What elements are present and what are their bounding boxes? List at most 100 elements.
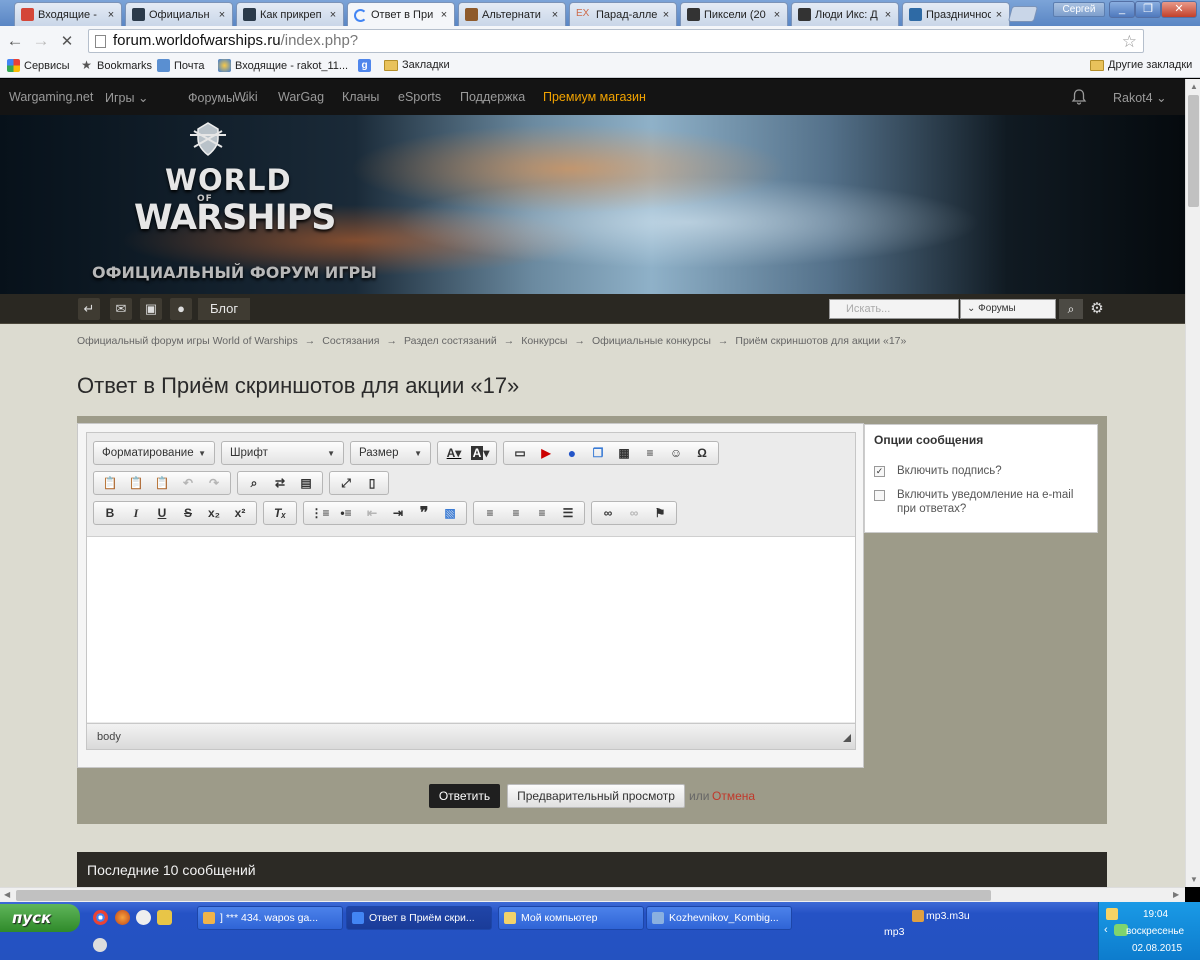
- stop-icon[interactable]: ✕: [56, 30, 78, 52]
- text-color-icon[interactable]: A▾: [441, 442, 467, 464]
- font-combo[interactable]: Шрифт ▼: [221, 441, 344, 465]
- back-icon[interactable]: ←: [4, 30, 26, 52]
- site-nav-item[interactable]: Кланы: [342, 90, 379, 104]
- site-nav-item[interactable]: Wiki: [234, 90, 258, 104]
- justify-icon[interactable]: ☰: [555, 502, 581, 524]
- bookmark-apps[interactable]: Сервисы: [7, 59, 70, 72]
- youtube-icon[interactable]: ▶: [533, 442, 559, 464]
- forum-search-input[interactable]: Искать...: [829, 299, 959, 319]
- taskbar-task[interactable]: Мой компьютер: [498, 906, 644, 930]
- taskbar-task[interactable]: Kozhevnikov_Kombig...: [646, 906, 792, 930]
- taskbar-task[interactable]: ] *** 434. wapos ga...: [197, 906, 343, 930]
- browser-tab[interactable]: Ответ в При ×: [347, 2, 455, 27]
- redo-icon[interactable]: ↷: [201, 472, 227, 494]
- start-button[interactable]: пуск: [0, 904, 80, 932]
- media-quicklaunch-icon[interactable]: [136, 910, 151, 925]
- scroll-down-icon[interactable]: ▼: [1190, 875, 1198, 884]
- signature-checkbox[interactable]: ✓: [874, 466, 885, 477]
- notification-icon[interactable]: [1106, 908, 1118, 920]
- close-window-button[interactable]: ✕: [1161, 1, 1197, 18]
- align-center-icon[interactable]: ≡: [503, 502, 529, 524]
- other-bookmarks[interactable]: Другие закладки: [1090, 59, 1192, 71]
- app-quicklaunch-icon[interactable]: [157, 910, 172, 925]
- maximize-icon[interactable]: ⤢: [333, 472, 359, 494]
- underline-icon[interactable]: U: [149, 502, 175, 524]
- select-all-icon[interactable]: ▤: [293, 472, 319, 494]
- vertical-scroll-thumb[interactable]: [1188, 95, 1199, 207]
- breadcrumb-link[interactable]: Официальный форум игры World of Warships: [77, 335, 298, 347]
- tab-close-icon[interactable]: ×: [327, 9, 339, 21]
- profile-icon[interactable]: ●: [170, 298, 192, 320]
- tab-close-icon[interactable]: ×: [438, 9, 450, 21]
- scroll-left-icon[interactable]: ◀: [4, 890, 10, 899]
- maximize-button[interactable]: ❐: [1135, 1, 1161, 18]
- align-right-icon[interactable]: ≡: [529, 502, 555, 524]
- reply-button[interactable]: Ответить: [429, 784, 500, 808]
- tab-close-icon[interactable]: ×: [882, 9, 894, 21]
- strike-icon[interactable]: S: [175, 502, 201, 524]
- bookmark-google[interactable]: g: [358, 59, 375, 72]
- undo-icon[interactable]: ↶: [175, 472, 201, 494]
- option-signature[interactable]: ✓ Включить подпись?: [874, 464, 1088, 478]
- bookmark-inbox[interactable]: Входящие - rakot_11...: [218, 59, 348, 72]
- user-menu[interactable]: Rakot4 ⌄: [1113, 90, 1167, 105]
- outdent-icon[interactable]: ⇤: [359, 502, 385, 524]
- preview-button[interactable]: Предварительный просмотр: [507, 784, 685, 808]
- attach-icon[interactable]: ❐: [585, 442, 611, 464]
- table-icon[interactable]: ▦: [611, 442, 637, 464]
- search-icon[interactable]: ⌕: [1059, 299, 1083, 319]
- blog-link[interactable]: Блог: [198, 298, 251, 320]
- bold-icon[interactable]: B: [97, 502, 123, 524]
- browser-tab[interactable]: EX Парад-алле ×: [569, 2, 677, 26]
- recent-posts-header[interactable]: Последние 10 сообщений: [77, 852, 1107, 887]
- bookmark-bookmarks[interactable]: ★ Bookmarks: [80, 59, 152, 72]
- tray-expand-icon[interactable]: ‹: [1104, 924, 1108, 936]
- cancel-link[interactable]: Отмена: [712, 789, 755, 803]
- site-nav-item[interactable]: eSports: [398, 90, 441, 104]
- paste-icon[interactable]: 📋: [97, 472, 123, 494]
- tray-file-label[interactable]: mp3.m3u: [926, 910, 970, 922]
- browser-tab[interactable]: Как прикреп ×: [236, 2, 344, 26]
- bookmark-mail[interactable]: Почта: [157, 59, 205, 72]
- reply-arrow-icon[interactable]: ↵: [78, 298, 100, 320]
- browser-tab[interactable]: Люди Икс: Д ×: [791, 2, 899, 26]
- site-nav-item[interactable]: Игры ⌄: [105, 90, 148, 105]
- option-email-notify[interactable]: Включить уведомление на e-mail при ответ…: [874, 488, 1088, 516]
- element-path[interactable]: body: [97, 731, 121, 743]
- special-char-icon[interactable]: Ω: [689, 442, 715, 464]
- tab-close-icon[interactable]: ×: [660, 9, 672, 21]
- scroll-right-icon[interactable]: ▶: [1173, 890, 1179, 899]
- horizontal-rule-icon[interactable]: ≡: [637, 442, 663, 464]
- site-nav-item[interactable]: Wargaming.net: [9, 90, 93, 104]
- anchor-flag-icon[interactable]: ⚑: [647, 502, 673, 524]
- clock-time[interactable]: 19:04: [1143, 909, 1168, 920]
- browser-tab[interactable]: Пиксели (20 ×: [680, 2, 788, 26]
- notifications-bell-icon[interactable]: [1070, 88, 1088, 106]
- image-icon[interactable]: ▭: [507, 442, 533, 464]
- breadcrumb-link[interactable]: Состязания: [322, 335, 379, 347]
- editor-text-area[interactable]: [87, 536, 855, 722]
- gear-icon[interactable]: ⚙: [1088, 299, 1106, 319]
- tab-close-icon[interactable]: ×: [771, 9, 783, 21]
- site-nav-item[interactable]: WarGag: [278, 90, 324, 104]
- source-icon[interactable]: ▯: [359, 472, 385, 494]
- breadcrumb-link[interactable]: Официальные конкурсы: [592, 335, 711, 347]
- site-nav-item[interactable]: Поддержка: [460, 90, 525, 104]
- tab-close-icon[interactable]: ×: [993, 9, 1005, 21]
- bulleted-list-icon[interactable]: •≡: [333, 502, 359, 524]
- tab-close-icon[interactable]: ×: [105, 9, 117, 21]
- numbered-list-icon[interactable]: ⋮≡: [307, 502, 333, 524]
- indent-icon[interactable]: ⇥: [385, 502, 411, 524]
- vertical-scrollbar[interactable]: ▲ ▼: [1185, 79, 1200, 887]
- blockquote-icon[interactable]: ❞: [411, 502, 437, 524]
- tab-close-icon[interactable]: ×: [549, 9, 561, 21]
- subscript-icon[interactable]: x₂: [201, 502, 227, 524]
- size-combo[interactable]: Размер ▼: [350, 441, 431, 465]
- paste-word-icon[interactable]: 📋: [149, 472, 175, 494]
- email-notify-checkbox[interactable]: [874, 490, 885, 501]
- bookmark-star-icon[interactable]: ☆: [1122, 31, 1137, 53]
- spoiler-icon[interactable]: ▧: [437, 502, 463, 524]
- align-left-icon[interactable]: ≡: [477, 502, 503, 524]
- bookmark-folder[interactable]: Закладки: [384, 59, 450, 71]
- browser-tab[interactable]: Альтернати ×: [458, 2, 566, 26]
